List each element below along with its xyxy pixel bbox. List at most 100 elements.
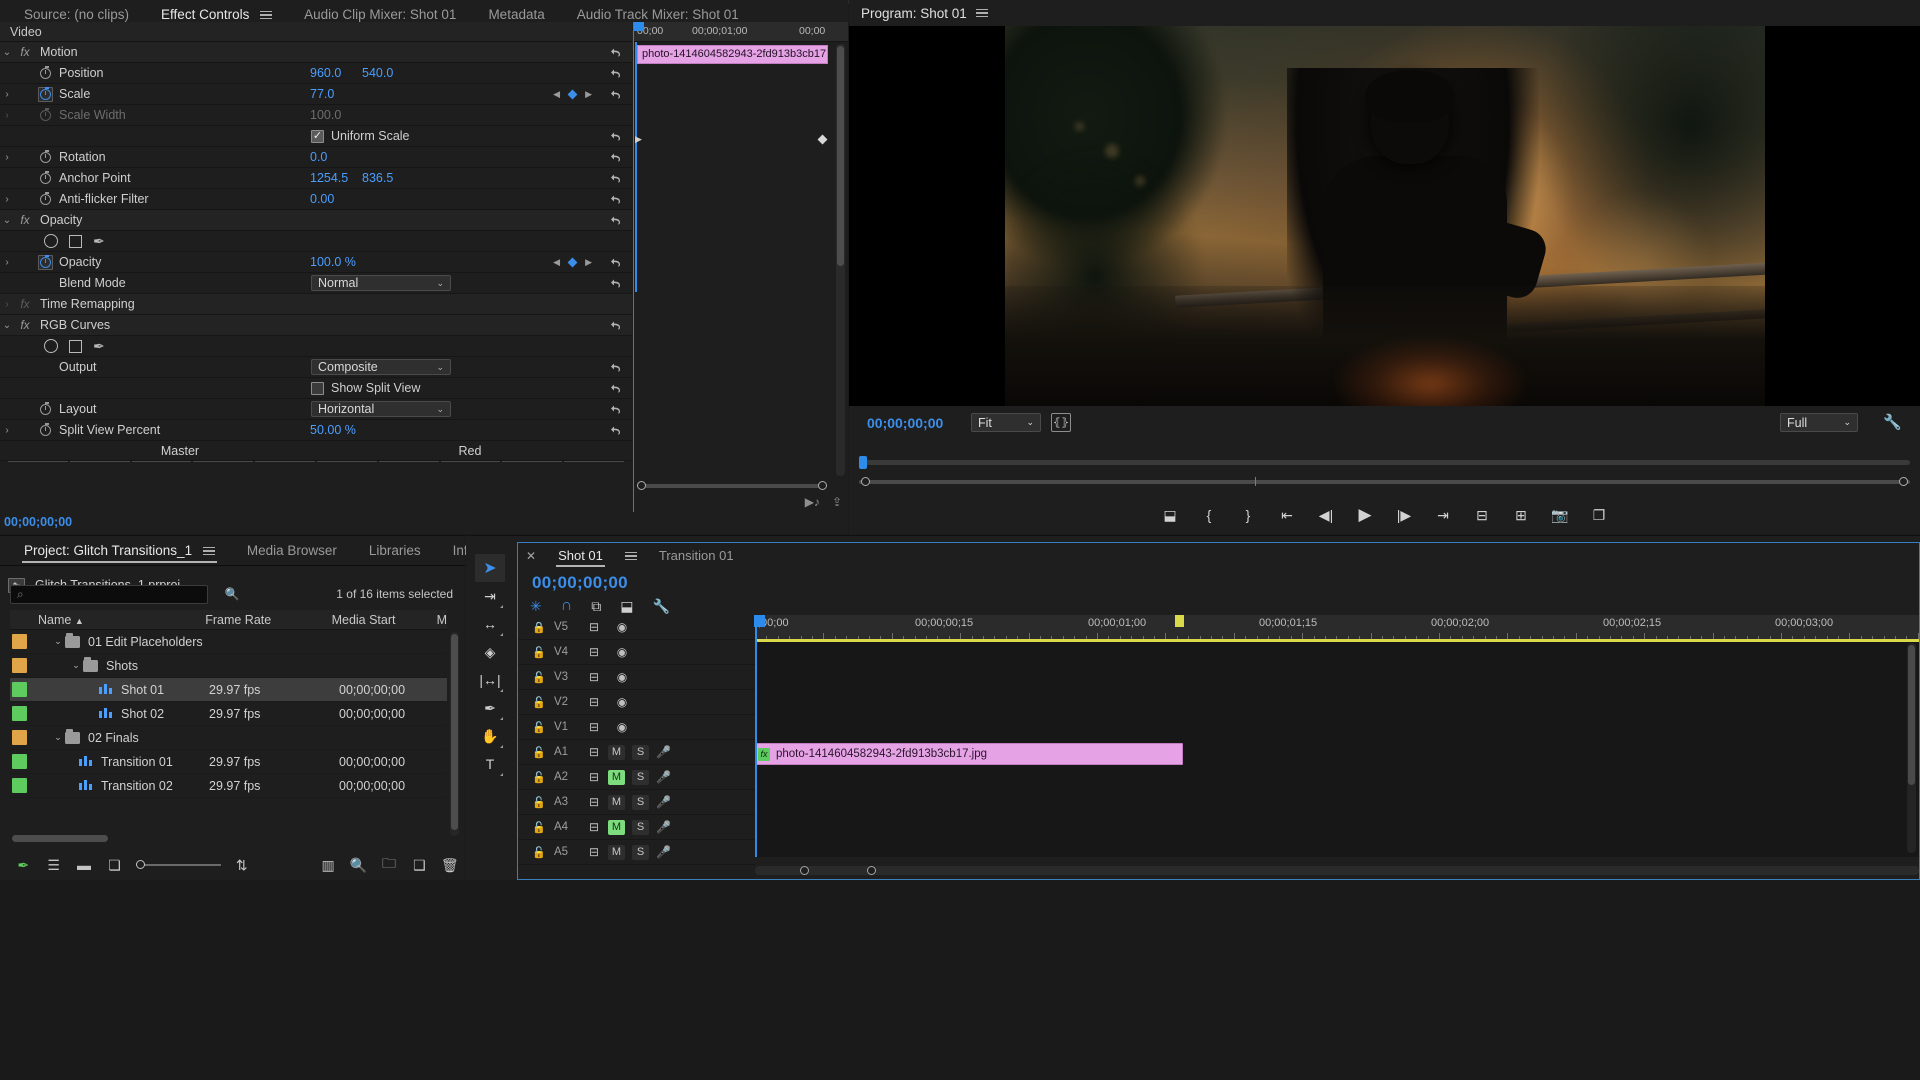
lock-icon-v5[interactable]: 🔒 [532,621,554,634]
program-monitor-time-bar[interactable] [859,456,1910,469]
timeline-playhead[interactable] [754,615,765,627]
mute-button-a3[interactable]: M [608,794,625,810]
thumbnail-zoom-slider[interactable] [135,858,221,872]
timeline-menu-icon[interactable] [624,549,637,562]
timeline-clip[interactable]: fx photo-1414604582943-2fd913b3cb17.jpg [755,743,1183,765]
param-row-anti-flicker[interactable]: › Anti-flicker Filter 0.00 [0,189,632,210]
param-row-opacity[interactable]: › Opacity 100.0 % ◀ ▶ [0,252,632,273]
sync-lock-icon-a4[interactable]: ⊟ [580,820,608,834]
voice-record-icon-a2[interactable]: 🎤 [656,770,671,784]
solo-button-a4[interactable]: S [632,819,649,835]
stopwatch-icon-anti-flicker[interactable] [36,191,55,205]
reset-button-motion[interactable] [609,47,622,58]
disclosure-triangle-icon-rotation[interactable]: › [0,152,14,163]
reset-button-anti-flicker[interactable] [609,194,622,205]
solo-button-a1[interactable]: S [632,744,649,760]
column-header-name[interactable]: Name ▲ [10,613,205,627]
sync-lock-icon-v3[interactable]: ⊟ [580,670,608,684]
param-value-opacity[interactable]: 100.0 % [310,255,356,269]
disclosure-triangle-icon-split-percent[interactable]: › [0,425,14,436]
disclosure-triangle-icon-opacity[interactable]: ⌄ [0,215,14,226]
settings-wrench-icon[interactable]: 🔧 [1883,413,1902,431]
disclosure-triangle-icon[interactable]: ⌄ [0,47,14,58]
program-monitor-playhead[interactable] [859,456,867,469]
solo-button-a2[interactable]: S [632,769,649,785]
go-to-in-button[interactable]: ⇤ [1268,500,1307,530]
param-row-show-split-view[interactable]: Show Split View [0,378,632,399]
ec-vertical-scrollbar[interactable] [836,44,845,476]
step-forward-button[interactable]: |▶ [1385,500,1424,530]
keyframe-navigator-scale[interactable]: ◀ ▶ [553,89,592,100]
param-value-position-x[interactable]: 960.0 [310,66,341,80]
track-lane-v1[interactable]: fx photo-1414604582943-2fd913b3cb17.jpg [755,742,1919,767]
ec-zoom-knob-right[interactable] [818,481,827,490]
sort-icon[interactable]: ⇅ [227,852,257,878]
timeline-vertical-scrollbar[interactable] [1907,643,1916,853]
go-to-out-button[interactable]: ⇥ [1424,500,1463,530]
output-dropdown[interactable]: Composite ⌄ [311,359,451,375]
track-header-v4[interactable]: 🔓 V4 ⊟ ◉ [518,640,755,665]
reset-button-opacity-effect[interactable] [609,215,622,226]
rolling-edit-tool[interactable]: ◈ [475,638,505,666]
effect-controls-timeline[interactable]: 00;00 00;00;01;00 00;00 photo-1414604582… [633,22,848,512]
program-zoom-knob-right[interactable] [1899,477,1908,486]
stopwatch-icon-rotation[interactable] [36,149,55,163]
reset-button-rgb-curves[interactable] [609,320,622,331]
prev-keyframe-icon[interactable]: ◀ [553,89,560,100]
freeform-view-icon[interactable]: ❏ [99,852,129,878]
lock-icon-a5[interactable]: 🔓 [532,846,554,859]
lock-icon-v1[interactable]: 🔓 [532,721,554,734]
add-marker-button[interactable]: ⬓ [1151,500,1190,530]
new-item-pen-icon[interactable]: ✒ [8,852,38,878]
icon-view-icon[interactable]: ▬ [69,852,99,878]
table-row[interactable]: Transition 02 29.97 fps 00;00;00;00 [10,774,447,798]
pen-mask-icon[interactable]: ✒ [93,234,105,248]
track-header-v3[interactable]: 🔓 V3 ⊟ ◉ [518,665,755,690]
effect-header-time-remapping[interactable]: › fx Time Remapping [0,294,632,315]
sync-lock-icon-v2[interactable]: ⊟ [580,695,608,709]
param-value-split-view-percent[interactable]: 50.00 % [310,423,356,437]
project-vertical-scrollbar[interactable] [450,632,459,836]
param-row-rotation[interactable]: › Rotation 0.0 [0,147,632,168]
effect-header-motion[interactable]: ⌄ fx Motion [0,42,632,63]
pen-mask-icon-rgb[interactable]: ✒ [93,339,105,353]
tab-transition-01[interactable]: Transition 01 [645,543,748,569]
reset-button-uniform-scale[interactable] [609,131,622,142]
tab-media-browser[interactable]: Media Browser [231,536,353,566]
eye-icon-v5[interactable]: ◉ [608,620,636,634]
param-row-uniform-scale[interactable]: Uniform Scale [0,126,632,147]
param-value-anchor-x[interactable]: 1254.5 [310,171,348,185]
timeline-ruler[interactable]: ;00;00 00;00;00;15 00;00;01;00 00;00;01;… [755,615,1919,640]
new-item-icon[interactable]: ❑ [404,852,434,878]
track-lane-v3[interactable] [755,692,1919,717]
program-monitor-menu-icon[interactable] [975,6,988,19]
extract-button[interactable]: ⊞ [1502,500,1541,530]
timeline-out-point-marker[interactable] [1175,615,1184,627]
playback-resolution-icon[interactable]: ⦃⦄ [1051,413,1071,432]
mute-button-a4[interactable]: M [608,819,625,835]
add-keyframe-icon-opacity[interactable] [567,257,578,267]
step-back-button[interactable]: ◀| [1307,500,1346,530]
effect-controls-timecode[interactable]: 00;00;00;00 [4,515,72,529]
tab-shot-01[interactable]: Shot 01 [544,543,617,569]
automate-to-sequence-icon[interactable]: ▥ [313,852,343,878]
param-value-scale[interactable]: 77.0 [310,87,334,101]
stopwatch-icon-anchor-point[interactable] [36,170,55,184]
list-item[interactable]: ⌄ Shots [10,654,447,678]
lock-icon-a2[interactable]: 🔓 [532,771,554,784]
track-lane-v2[interactable] [755,717,1919,742]
lock-icon-v3[interactable]: 🔓 [532,671,554,684]
param-value-rotation[interactable]: 0.0 [310,150,327,164]
rectangle-mask-icon[interactable] [69,234,82,248]
ec-keyframe-row-scale[interactable]: ▶ [634,134,848,145]
hand-tool[interactable]: ✋ [475,722,505,750]
param-value-anchor-y[interactable]: 836.5 [362,171,393,185]
track-header-a2[interactable]: 🔓 A2 ⊟ M S 🎤 [518,765,755,790]
eye-icon-v4[interactable]: ◉ [608,645,636,659]
new-bin-icon[interactable]: 🗀 [374,852,404,878]
reset-button-split-view-percent[interactable] [609,425,622,436]
track-header-v1[interactable]: 🔓 V1 ⊟ ◉ [518,715,755,740]
mask-tools-row-opacity[interactable]: ✒ [0,231,632,252]
sync-lock-icon-v4[interactable]: ⊟ [580,645,608,659]
tab-libraries[interactable]: Libraries [353,536,437,566]
